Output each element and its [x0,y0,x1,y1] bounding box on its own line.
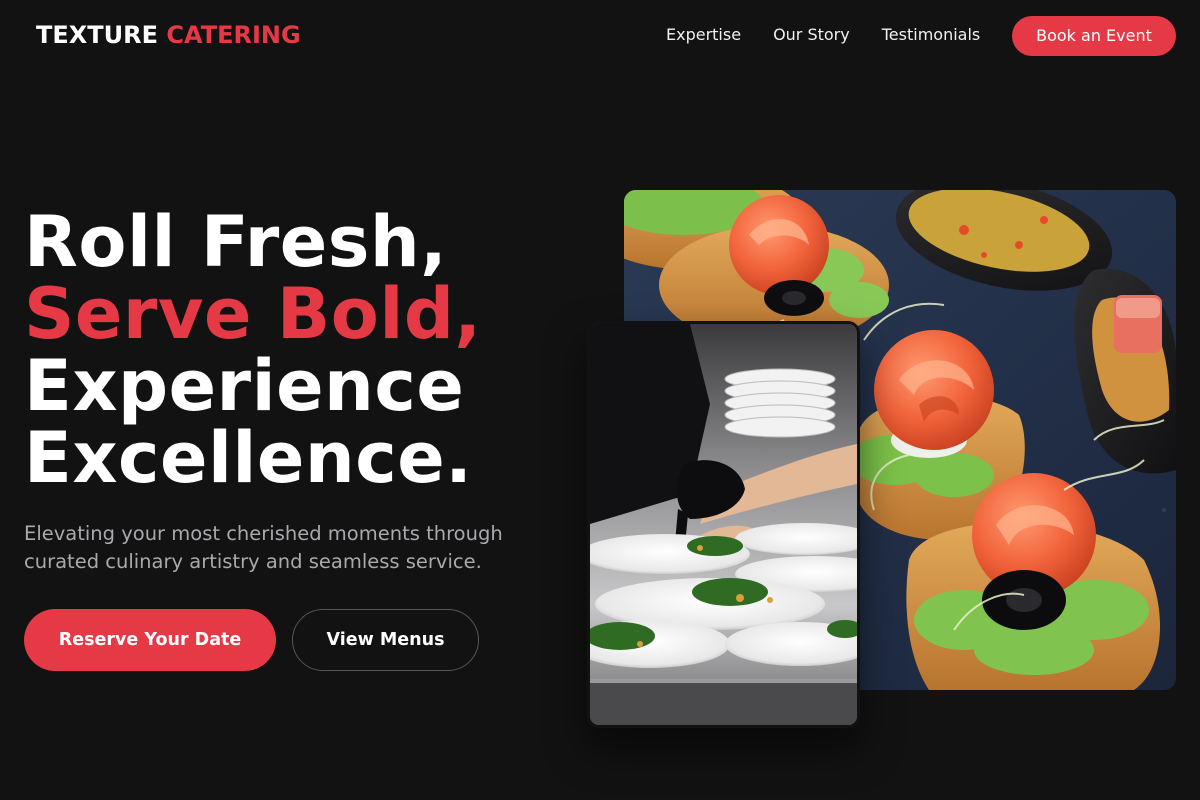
brand-name-accent: CATERING [166,21,301,49]
headline-line-2: Serve Bold, [24,273,482,355]
hero-headline: Roll Fresh, Serve Bold, Experience Excel… [24,206,482,494]
nav-link-testimonials[interactable]: Testimonials [882,24,981,46]
book-event-button[interactable]: Book an Event [1012,16,1176,56]
plating-illustration [590,324,857,725]
top-nav: TEXTURE CATERING Expertise Our Story Tes… [0,0,1200,72]
brand-logo[interactable]: TEXTURE CATERING [36,20,301,50]
brand-name-primary: TEXTURE [36,21,159,49]
hero-subtitle: Elevating your most cherished moments th… [24,522,503,573]
nav-links: Expertise Our Story Testimonials [666,24,980,46]
hero-image-plating [587,321,860,728]
headline-line-4: Excellence. [24,417,473,499]
nav-link-our-story[interactable]: Our Story [773,24,850,46]
reserve-date-button[interactable]: Reserve Your Date [24,609,276,671]
headline-line-1: Roll Fresh, [24,201,448,283]
headline-line-3: Experience [24,345,465,427]
view-menus-button[interactable]: View Menus [292,609,479,671]
nav-link-expertise[interactable]: Expertise [666,24,741,46]
